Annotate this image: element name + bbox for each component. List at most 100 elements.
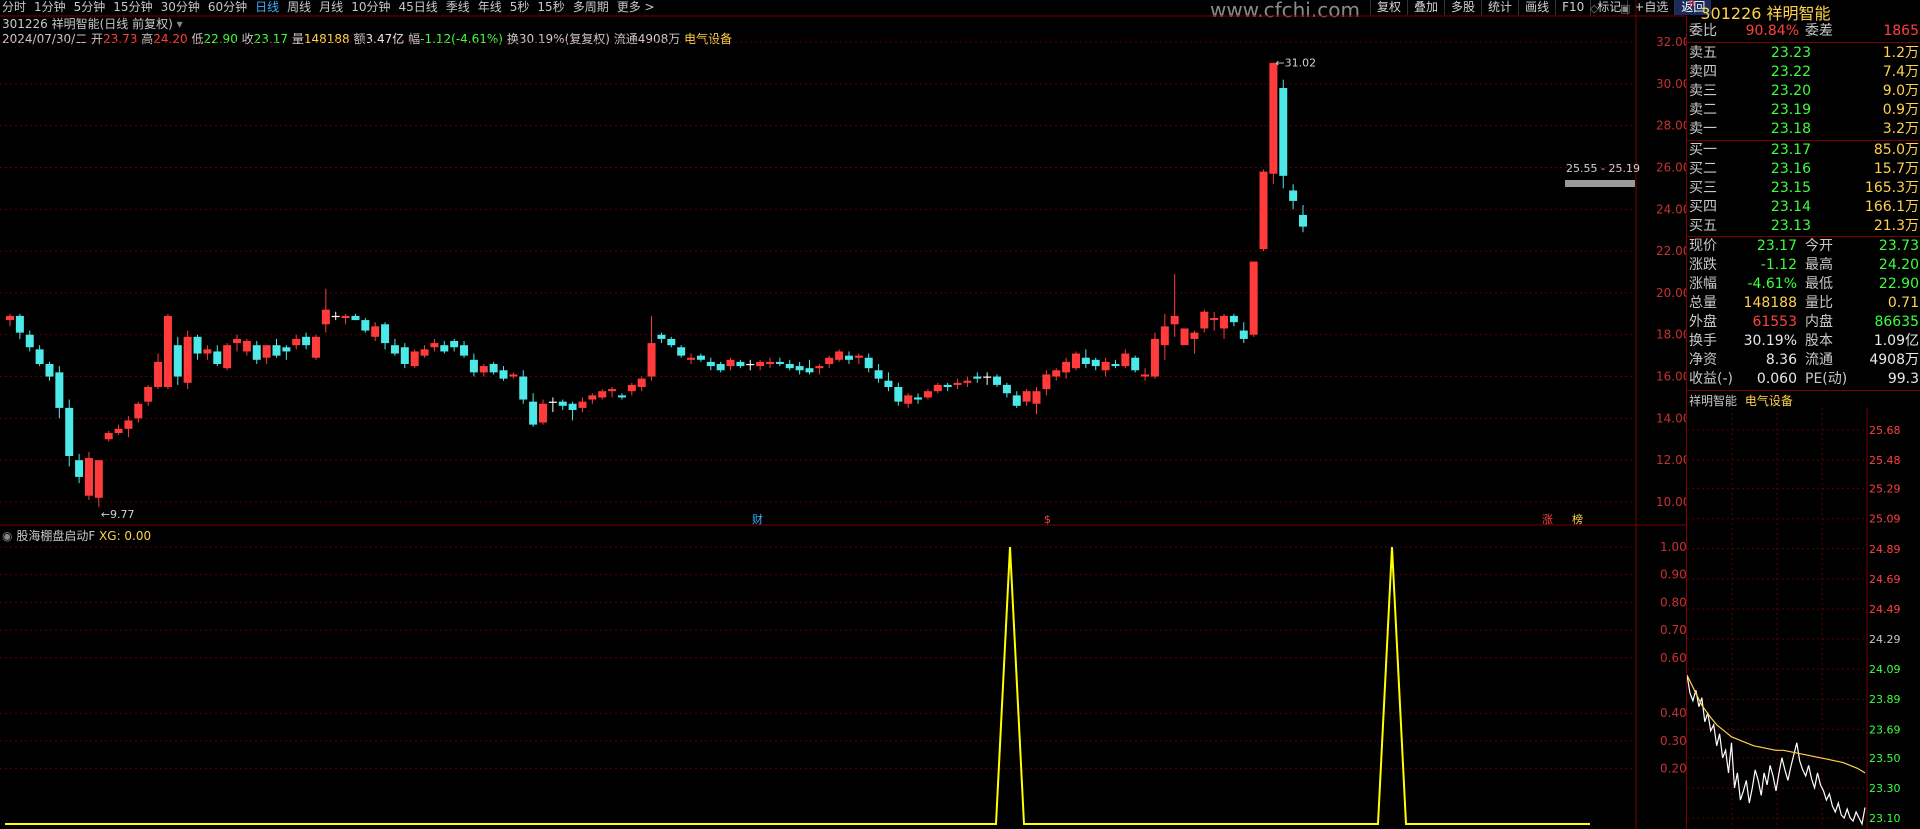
candle-body-down <box>914 397 923 400</box>
mini-tick-label: 23.10 <box>1869 812 1901 825</box>
event-marker: 财 <box>752 512 763 526</box>
candle-body-down <box>973 376 982 379</box>
candle-body-up <box>420 349 429 356</box>
candle-body-down <box>617 395 626 398</box>
candle-body-down <box>331 315 340 318</box>
y-tick-label: 30.00 <box>1656 77 1686 91</box>
quote-code-name: 301226 祥明智能 <box>1700 4 1831 23</box>
mini-tick-label: 25.68 <box>1869 424 1901 437</box>
indicator-name[interactable]: 股海棚盘启动F <box>16 529 95 543</box>
candle-body-up <box>233 338 242 344</box>
order-row: 买二 23.16 15.7万 <box>1687 160 1920 179</box>
stat-row: 现价 23.17 今开 23.73 <box>1687 237 1920 256</box>
candle-body-down <box>351 315 360 321</box>
diamond-icon: ◇ <box>1590 2 1599 15</box>
mini-sector: 电气设备 <box>1744 394 1793 408</box>
mini-tick-label: 24.89 <box>1869 543 1901 556</box>
candle-body-up <box>114 428 123 433</box>
intraday-mini-chart[interactable]: 25.68 25.48 25.29 25.09 24.89 24.69 24.49 24.29… <box>1687 408 1920 829</box>
candle-body-down <box>706 361 715 367</box>
candle-body-up <box>933 384 942 392</box>
order-label: 买二 <box>1689 161 1717 177</box>
candle-body-down <box>272 345 281 356</box>
candle-body-down <box>1131 357 1140 371</box>
candle-body-down <box>1012 395 1021 406</box>
mini-tick-label: 24.49 <box>1869 603 1901 616</box>
mini-tick-label: 25.09 <box>1869 513 1901 526</box>
stat-value: 23.17 <box>1756 238 1797 254</box>
candle-body-up <box>94 460 103 498</box>
candle-body-down <box>795 366 804 371</box>
weibi-value: 90.84% <box>1745 23 1799 39</box>
indicator-tick-label: 0.30 <box>1660 734 1686 748</box>
kline-chart[interactable]: 32.00 30.00 28.00 26.00 24.00 22.00 20.00 18.00… <box>0 0 1686 829</box>
candle-body-down <box>943 384 952 387</box>
candle-body-down <box>25 334 34 348</box>
candle-body-up <box>904 395 913 404</box>
window-icon: ▣ <box>1620 2 1630 15</box>
order-volume: 1.2万 <box>1882 45 1919 61</box>
candle-body-down <box>65 407 74 456</box>
candle-body-up <box>1220 315 1229 329</box>
order-price: 23.14 <box>1770 199 1811 215</box>
candle-body-down <box>390 345 399 354</box>
stat-value: 61553 <box>1752 314 1797 330</box>
weicha-value: 1865 <box>1883 23 1919 39</box>
candle-body-up <box>1071 353 1080 369</box>
candle-body-down <box>75 460 84 477</box>
stat-label: 外盘 <box>1689 314 1717 330</box>
y-tick-label: 32.00 <box>1656 35 1686 49</box>
candle-body-down <box>499 370 508 379</box>
event-marker: 涨 <box>1542 513 1553 526</box>
candle-body-down <box>736 361 745 367</box>
stat-label: 最高 <box>1805 257 1833 273</box>
y-tick-label: 24.00 <box>1656 202 1686 216</box>
event-marker: 榜 <box>1572 512 1583 526</box>
stat-value: 0.71 <box>1887 295 1919 311</box>
indicator-tick-label: 0.80 <box>1660 595 1686 609</box>
r-badge: R <box>1689 0 1696 10</box>
stat-label: 最低 <box>1805 276 1833 292</box>
candle-body-up <box>163 315 172 387</box>
candle-body-up <box>588 395 597 400</box>
candle-body-up <box>726 359 735 367</box>
order-label: 买五 <box>1689 218 1717 234</box>
stat-row: 换手 30.19% 股本 1.09亿 <box>1687 332 1920 351</box>
candle-body-down <box>785 364 794 369</box>
candle-body-up <box>756 361 765 367</box>
y-tick-label: 14.00 <box>1656 411 1686 425</box>
candle-body-down <box>252 345 261 360</box>
order-label: 卖二 <box>1689 102 1717 118</box>
order-row: 卖二 23.19 0.9万 <box>1687 101 1920 120</box>
candle-body-down <box>302 336 311 346</box>
candle-body-up <box>963 380 972 383</box>
candle-body-down <box>529 401 538 425</box>
stat-value: 23.73 <box>1878 238 1919 254</box>
candle-body-down <box>450 341 459 348</box>
candle-body-down <box>45 364 54 377</box>
candle-body-down <box>1002 384 1011 394</box>
order-price: 23.16 <box>1770 161 1811 177</box>
order-volume: 165.3万 <box>1864 180 1919 196</box>
candle-body-up <box>321 309 330 325</box>
candle-body-down <box>282 347 291 352</box>
mini-tick-label: 23.89 <box>1869 693 1901 706</box>
order-price: 23.18 <box>1770 121 1811 137</box>
indicator-toggle-icon[interactable]: ◉ <box>2 529 12 543</box>
candle-body-down <box>864 357 873 369</box>
order-volume: 15.7万 <box>1873 161 1919 177</box>
candle-body-up <box>1170 315 1179 325</box>
stat-value: 148188 <box>1743 295 1797 311</box>
candle-body-up <box>627 384 636 392</box>
candle-body-up <box>371 326 380 337</box>
stat-value: 8.36 <box>1765 352 1797 368</box>
weicha-label: 委差 <box>1805 23 1833 39</box>
stat-row: 总量 148188 量比 0.71 <box>1687 294 1920 313</box>
candle-body-down <box>558 401 567 406</box>
stat-value: 24.20 <box>1878 257 1919 273</box>
candle-body-up <box>1062 361 1071 373</box>
candle-body-up <box>341 315 350 318</box>
stat-value: -4.61% <box>1747 276 1797 292</box>
order-price: 23.13 <box>1770 218 1811 234</box>
stat-label: 今开 <box>1805 238 1833 254</box>
